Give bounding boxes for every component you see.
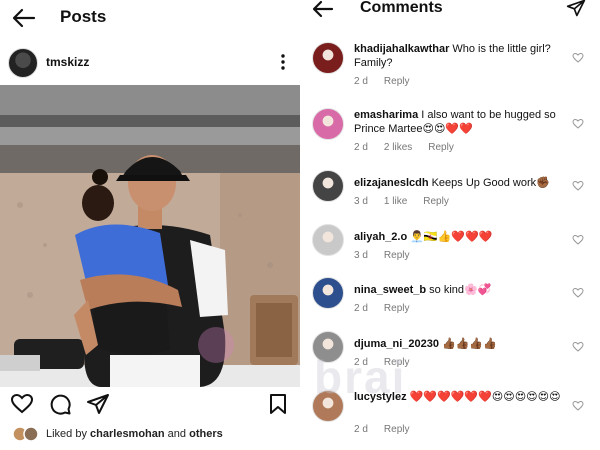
comment-text: elizajaneslcdh Keeps Up Good work✊🏾 bbox=[354, 176, 566, 190]
commenter-avatar[interactable] bbox=[312, 277, 344, 309]
commenter-username[interactable]: khadijahalkawthar bbox=[354, 43, 449, 55]
comment-age: 2 d bbox=[354, 76, 368, 87]
commenter-avatar[interactable] bbox=[312, 108, 344, 140]
commenter-avatar[interactable] bbox=[312, 224, 344, 256]
likes-user[interactable]: charlesmohan bbox=[90, 428, 165, 440]
post-action-row bbox=[0, 392, 300, 418]
comment-text: emasharima I also want to be hugged so Pr… bbox=[354, 108, 566, 136]
commenter-username[interactable]: djuma_ni_20230 bbox=[354, 338, 439, 350]
comment-text: nina_sweet_b so kind🌸💞 bbox=[354, 283, 566, 297]
comment-age: 2 d bbox=[354, 303, 368, 314]
liker-avatars bbox=[12, 426, 39, 442]
comment-meta: 2 d Reply bbox=[354, 303, 425, 314]
comment-age: 2 d bbox=[354, 424, 368, 435]
likes-prefix: Liked by bbox=[46, 428, 91, 440]
reply-button[interactable]: Reply bbox=[384, 250, 410, 261]
comment-meta: 2 d Reply bbox=[354, 424, 425, 435]
commenter-avatar[interactable] bbox=[312, 170, 344, 202]
comment-meta: 2 d 2 likes Reply bbox=[354, 142, 470, 153]
comment-bubble-icon[interactable] bbox=[48, 392, 72, 416]
comment-age: 3 d bbox=[354, 196, 368, 207]
commenter-username[interactable]: nina_sweet_b bbox=[354, 284, 426, 296]
comment-like-heart-icon[interactable] bbox=[572, 287, 584, 299]
likes-middle: and bbox=[164, 428, 190, 440]
comment-like-heart-icon[interactable] bbox=[572, 118, 584, 130]
post-author-row: tmskizz bbox=[0, 46, 300, 80]
commenter-username[interactable]: elizajaneslcdh bbox=[354, 177, 429, 189]
comment-body: 👨‍💼🇧🇳👍❤️❤️❤️ bbox=[410, 231, 493, 243]
comment-text: aliyah_2.o 👨‍💼🇧🇳👍❤️❤️❤️ bbox=[354, 230, 566, 244]
comment-likes[interactable]: 2 likes bbox=[384, 142, 412, 153]
reply-button[interactable]: Reply bbox=[428, 142, 454, 153]
comments-header: Comments bbox=[300, 0, 600, 22]
comment-like-heart-icon[interactable] bbox=[572, 52, 584, 64]
author-username[interactable]: tmskizz bbox=[46, 55, 89, 69]
comments-title: Comments bbox=[360, 0, 443, 16]
comment-like-heart-icon[interactable] bbox=[572, 234, 584, 246]
likes-summary[interactable]: Liked by charlesmohan and others bbox=[46, 428, 223, 440]
back-arrow-icon[interactable] bbox=[312, 0, 334, 18]
comment-body: Keeps Up Good work✊🏾 bbox=[431, 177, 550, 189]
comment-meta: 3 d 1 like Reply bbox=[354, 196, 465, 207]
post-photo[interactable]: 2 bbox=[0, 85, 300, 387]
bookmark-icon[interactable] bbox=[266, 392, 290, 416]
commenter-username[interactable]: emasharima bbox=[354, 109, 418, 121]
commenter-avatar[interactable] bbox=[312, 42, 344, 74]
comments-screen: Comments khadijahalkawthar Who is the lit… bbox=[300, 0, 600, 450]
reply-button[interactable]: Reply bbox=[384, 357, 410, 368]
comment-like-heart-icon[interactable] bbox=[572, 180, 584, 192]
comment-meta: 3 d Reply bbox=[354, 250, 425, 261]
comment-text: khadijahalkawthar Who is the little girl?… bbox=[354, 42, 566, 70]
comment-like-heart-icon[interactable] bbox=[572, 400, 584, 412]
comment-body: ❤️❤️❤️❤️❤️❤️😍😍😍😍😍😍 bbox=[409, 391, 561, 403]
comment-body: 👍🏾👍🏾👍🏾👍🏾 bbox=[442, 338, 497, 350]
reply-button[interactable]: Reply bbox=[423, 196, 449, 207]
comment-text: djuma_ni_20230 👍🏾👍🏾👍🏾👍🏾 bbox=[354, 337, 566, 351]
comment-likes[interactable]: 1 like bbox=[384, 196, 407, 207]
commenter-avatar[interactable] bbox=[312, 390, 344, 422]
send-icon[interactable] bbox=[566, 0, 586, 18]
paper-plane-icon[interactable] bbox=[86, 392, 110, 416]
likes-others[interactable]: others bbox=[189, 428, 223, 440]
reply-button[interactable]: Reply bbox=[384, 76, 410, 87]
comment-text: lucystylez ❤️❤️❤️❤️❤️❤️😍😍😍😍😍😍 bbox=[354, 390, 566, 404]
post-screen: Posts tmskizz Liked by charlesmohan and … bbox=[0, 0, 300, 450]
comment-meta: 2 d Reply bbox=[354, 76, 425, 87]
more-options-icon[interactable] bbox=[278, 52, 288, 72]
page-title: Posts bbox=[60, 7, 107, 26]
reply-button[interactable]: Reply bbox=[384, 424, 410, 435]
commenter-username[interactable]: lucystylez bbox=[354, 391, 407, 403]
author-avatar[interactable] bbox=[8, 48, 38, 78]
heart-outline-icon[interactable] bbox=[10, 392, 34, 416]
comment-age: 2 d bbox=[354, 357, 368, 368]
comment-body: so kind🌸💞 bbox=[429, 284, 492, 296]
reply-button[interactable]: Reply bbox=[384, 303, 410, 314]
comment-age: 3 d bbox=[354, 250, 368, 261]
comment-age: 2 d bbox=[354, 142, 368, 153]
commenter-username[interactable]: aliyah_2.o bbox=[354, 231, 407, 243]
commenter-avatar[interactable] bbox=[312, 331, 344, 363]
comment-meta: 2 d Reply bbox=[354, 357, 425, 368]
back-arrow-icon[interactable] bbox=[12, 8, 36, 28]
comment-like-heart-icon[interactable] bbox=[572, 341, 584, 353]
post-header: Posts bbox=[0, 0, 300, 38]
likes-row: Liked by charlesmohan and others bbox=[0, 424, 300, 444]
post-photo-illustration: 2 bbox=[0, 85, 300, 387]
